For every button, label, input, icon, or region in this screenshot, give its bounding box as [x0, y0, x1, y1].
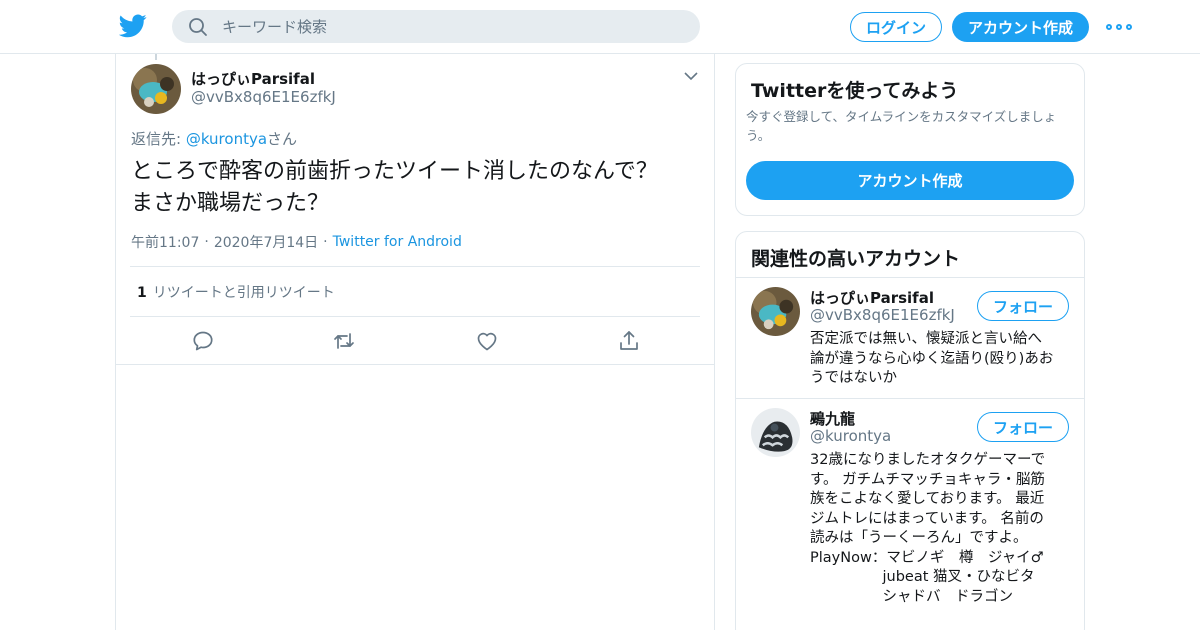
tweet-source-link[interactable]: Twitter for Android: [333, 234, 462, 250]
account-handle[interactable]: @kurontya: [810, 427, 891, 445]
avatar[interactable]: [751, 408, 800, 457]
reply-to-prefix: 返信先:: [131, 130, 186, 148]
signup-button[interactable]: アカウント作成: [952, 12, 1089, 42]
like-heart-icon[interactable]: [475, 329, 499, 353]
main-column: はっぴぃParsifal @vvBx8q6E1E6zfkJ 返信先: @kuro…: [115, 54, 715, 630]
reply-icon[interactable]: [191, 329, 215, 353]
meta-separator: ·: [323, 234, 328, 250]
tweet-date[interactable]: 2020年7月14日: [214, 232, 318, 252]
more-dot: [1126, 24, 1132, 30]
tweet-detail: はっぴぃParsifal @vvBx8q6E1E6zfkJ 返信先: @kuro…: [116, 54, 714, 365]
related-account-item[interactable]: 鵐九龍 @kurontya フォロー 32歳になりましたオタクゲーマーで す。 …: [736, 398, 1084, 630]
reply-to-mention-link[interactable]: @kurontya: [186, 130, 267, 148]
more-dot: [1116, 24, 1122, 30]
chevron-down-icon[interactable]: [683, 70, 699, 82]
tweet-author-handle[interactable]: @vvBx8q6E1E6zfkJ: [191, 88, 336, 106]
avatar-image: [751, 287, 800, 336]
retweet-stats-label: リツイートと引用リツイート: [152, 285, 335, 301]
follow-button[interactable]: フォロー: [977, 291, 1069, 321]
signup-card-title: Twitterを使ってみよう: [751, 80, 959, 102]
related-accounts-card: 関連性の高いアカウント はっぴぃParsifal @vvBx8q6E1E6zfk…: [735, 231, 1085, 630]
account-name[interactable]: 鵐九龍: [810, 408, 855, 429]
divider: [130, 316, 700, 317]
reply-to-line: 返信先: @kurontyaさん: [131, 128, 297, 149]
follow-button[interactable]: フォロー: [977, 412, 1069, 442]
tweet-metadata: 午前11:07 · 2020年7月14日 · Twitter for Andro…: [131, 232, 462, 252]
twitter-bird-logo-icon[interactable]: [119, 13, 147, 39]
avatar-image: [131, 64, 181, 114]
tweet-text: ところで酔客の前歯折ったツイート消したのなんで？ まさか職場だった？: [131, 156, 701, 220]
account-name[interactable]: はっぴぃParsifal: [810, 287, 934, 308]
signup-card-description: 今すぐ登録して、タイムラインをカスタマイズしましょう。: [746, 109, 1057, 143]
more-options-icon[interactable]: [1106, 17, 1132, 37]
more-dot: [1106, 24, 1112, 30]
divider: [130, 266, 700, 267]
retweet-stats-link[interactable]: 1 リツイートと引用リツイート: [137, 282, 335, 302]
share-icon[interactable]: [617, 329, 641, 353]
related-account-item[interactable]: はっぴぃParsifal @vvBx8q6E1E6zfkJ フォロー 否定派では…: [736, 277, 1084, 398]
search-icon: [189, 18, 207, 36]
login-button[interactable]: ログイン: [850, 12, 942, 42]
reply-to-suffix: さん: [267, 130, 298, 148]
retweet-icon[interactable]: [332, 329, 356, 353]
avatar[interactable]: [751, 287, 800, 336]
meta-separator: ·: [204, 234, 209, 250]
tweet-time[interactable]: 午前11:07: [131, 232, 199, 252]
signup-prompt-card: Twitterを使ってみよう 今すぐ登録して、タイムラインをカスタマイズしましょ…: [735, 63, 1085, 216]
account-bio: 否定派では無い、懐疑派と言い給へ 論が違うなら心ゆく迄語り(殴り)あお うではな…: [810, 331, 1054, 386]
tweet-text-line: まさか職場だった？: [131, 191, 330, 216]
avatar[interactable]: [131, 64, 181, 114]
signup-card-button[interactable]: アカウント作成: [746, 161, 1074, 200]
search-bar[interactable]: [172, 10, 700, 43]
retweet-count: 1: [137, 285, 147, 301]
related-accounts-title: 関連性の高いアカウント: [751, 248, 961, 270]
avatar-image: [751, 408, 800, 457]
search-input[interactable]: [222, 10, 682, 43]
account-bio: 32歳になりましたオタクゲーマーで す。 ガチムチマッチョキャラ・脳筋 族をこよ…: [810, 452, 1046, 605]
account-handle[interactable]: @vvBx8q6E1E6zfkJ: [810, 306, 955, 324]
top-navigation-bar: ログイン アカウント作成: [0, 0, 1200, 54]
tweet-author-name[interactable]: はっぴぃParsifal: [191, 68, 315, 89]
tweet-text-line: ところで酔客の前歯折ったツイート消したのなんで？: [131, 159, 658, 184]
